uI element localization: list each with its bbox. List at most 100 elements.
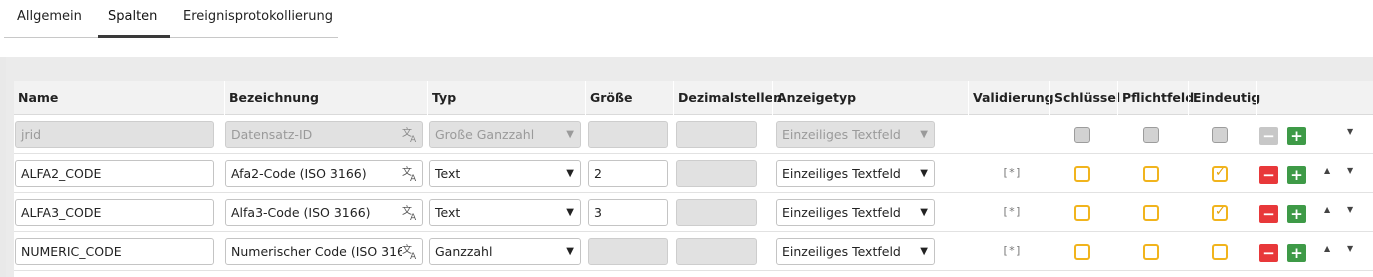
add-row-button[interactable]: + <box>1287 166 1306 184</box>
add-row-button[interactable]: + <box>1287 244 1306 262</box>
delete-row-button[interactable]: − <box>1259 166 1278 184</box>
pflichtfeld-checkbox[interactable] <box>1143 244 1159 260</box>
eindeutig-checkbox[interactable] <box>1212 244 1228 260</box>
schluessel-checkbox[interactable] <box>1074 127 1090 143</box>
move-down-icon[interactable]: ▼ <box>1347 166 1353 175</box>
header-typ: Typ <box>427 81 585 115</box>
tab-bar: Allgemein Spalten Ereignisprotokollierun… <box>0 0 1373 57</box>
name-input[interactable]: NUMERIC_CODE <box>15 238 214 265</box>
tab-allgemein[interactable]: Allgemein <box>17 9 82 24</box>
schluessel-checkbox[interactable] <box>1074 244 1090 260</box>
typ-value: Text <box>435 205 461 220</box>
header-anzeigetyp: Anzeigetyp <box>772 81 968 115</box>
columns-grid: Name Bezeichnung Typ Größe Dezimalstelle… <box>14 81 1373 277</box>
schluessel-checkbox[interactable] <box>1074 205 1090 221</box>
move-up-icon[interactable]: ▲ <box>1324 244 1330 253</box>
bezeichnung-input[interactable]: Afa2-Code (ISO 3166) 文A <box>225 160 423 187</box>
bezeichnung-input[interactable]: Numerischer Code (ISO 3166) 文A <box>225 238 423 265</box>
groesse-input[interactable] <box>588 121 668 148</box>
delete-row-button[interactable]: − <box>1259 127 1278 145</box>
svg-text:A: A <box>410 252 417 260</box>
select-arrow-icon: ▼ <box>566 129 574 140</box>
translate-icon[interactable]: 文A <box>402 204 420 221</box>
typ-select[interactable]: Text ▼ <box>429 199 581 226</box>
pflichtfeld-checkbox[interactable] <box>1143 166 1159 182</box>
eindeutig-checkbox[interactable]: ✓ <box>1212 165 1228 182</box>
move-down-icon[interactable]: ▼ <box>1347 127 1353 136</box>
eindeutig-checkbox[interactable] <box>1212 127 1228 143</box>
bezeichnung-value: Alfa3-Code (ISO 3166) <box>231 205 371 220</box>
validierung-link[interactable]: [*] <box>1002 205 1022 218</box>
typ-value: Text <box>435 166 461 181</box>
name-input[interactable]: ALFA3_CODE <box>15 199 214 226</box>
move-down-icon[interactable]: ▼ <box>1347 244 1353 253</box>
checkmark-icon: ✓ <box>1215 165 1226 180</box>
eindeutig-checkbox[interactable]: ✓ <box>1212 204 1228 221</box>
dezimalstellen-input[interactable] <box>676 121 757 148</box>
translate-icon[interactable]: 文A <box>402 243 420 260</box>
header-eindeutig: Eindeutig <box>1188 81 1260 115</box>
bezeichnung-value: Numerischer Code (ISO 3166) <box>231 244 418 259</box>
validierung-link[interactable]: [*] <box>1002 166 1022 179</box>
translate-icon[interactable]: 文A <box>402 126 420 143</box>
anzeigetyp-select[interactable]: Einzeiliges Textfeld ▼ <box>776 121 935 148</box>
active-tab-indicator <box>98 35 170 38</box>
columns-panel: Name Bezeichnung Typ Größe Dezimalstelle… <box>6 57 1373 277</box>
schluessel-checkbox[interactable] <box>1074 166 1090 182</box>
delete-row-button[interactable]: − <box>1259 244 1278 262</box>
add-row-button[interactable]: + <box>1287 205 1306 223</box>
groesse-input[interactable]: 2 <box>588 160 668 187</box>
groesse-input[interactable]: 3 <box>588 199 668 226</box>
header-bezeichnung: Bezeichnung <box>224 81 427 115</box>
select-arrow-icon: ▼ <box>566 246 574 257</box>
pflichtfeld-checkbox[interactable] <box>1143 205 1159 221</box>
anzeigetyp-value: Einzeiliges Textfeld <box>782 244 901 259</box>
dezimalstellen-input[interactable] <box>676 238 757 265</box>
bezeichnung-input[interactable]: Datensatz-ID 文A <box>225 121 423 148</box>
name-input[interactable]: jrid <box>15 121 214 148</box>
svg-text:A: A <box>410 135 417 143</box>
bezeichnung-value: Afa2-Code (ISO 3166) <box>231 166 367 181</box>
grid-header: Name Bezeichnung Typ Größe Dezimalstelle… <box>14 81 1373 115</box>
dezimalstellen-input[interactable] <box>676 199 757 226</box>
tab-list: Allgemein Spalten Ereignisprotokollierun… <box>4 0 338 38</box>
select-arrow-icon: ▼ <box>566 168 574 179</box>
header-groesse: Größe <box>585 81 673 115</box>
translate-icon[interactable]: 文A <box>402 165 420 182</box>
header-schluessel: Schlüssel <box>1049 81 1120 115</box>
typ-select[interactable]: Große Ganzzahl ▼ <box>429 121 581 148</box>
table-row: ALFA3_CODE Alfa3-Code (ISO 3166) 文A Text… <box>14 193 1373 232</box>
tab-spalten[interactable]: Spalten <box>108 9 157 24</box>
tab-ereignisprotokollierung[interactable]: Ereignisprotokollierung <box>183 9 333 24</box>
select-arrow-icon: ▼ <box>920 246 928 257</box>
pflichtfeld-checkbox[interactable] <box>1143 127 1159 143</box>
bezeichnung-input[interactable]: Alfa3-Code (ISO 3166) 文A <box>225 199 423 226</box>
anzeigetyp-select[interactable]: Einzeiliges Textfeld ▼ <box>776 238 935 265</box>
select-arrow-icon: ▼ <box>566 207 574 218</box>
table-row: ALFA2_CODE Afa2-Code (ISO 3166) 文A Text … <box>14 154 1373 193</box>
header-name: Name <box>18 90 59 105</box>
delete-row-button[interactable]: − <box>1259 205 1278 223</box>
validierung-link[interactable]: [*] <box>1002 244 1022 257</box>
move-up-icon[interactable]: ▲ <box>1324 166 1330 175</box>
groesse-input[interactable] <box>588 238 668 265</box>
move-down-icon[interactable]: ▼ <box>1347 205 1353 214</box>
header-actions <box>1256 81 1373 115</box>
dezimalstellen-input[interactable] <box>676 160 757 187</box>
checkmark-icon: ✓ <box>1215 204 1226 219</box>
typ-value: Große Ganzzahl <box>435 127 535 142</box>
header-dezimalstellen: Dezimalstellen <box>673 81 782 115</box>
anzeigetyp-select[interactable]: Einzeiliges Textfeld ▼ <box>776 160 935 187</box>
add-row-button[interactable]: + <box>1287 127 1306 145</box>
header-pflichtfeld: Pflichtfeld <box>1117 81 1194 115</box>
typ-select[interactable]: Ganzzahl ▼ <box>429 238 581 265</box>
select-arrow-icon: ▼ <box>920 129 928 140</box>
anzeigetyp-select[interactable]: Einzeiliges Textfeld ▼ <box>776 199 935 226</box>
name-input[interactable]: ALFA2_CODE <box>15 160 214 187</box>
typ-select[interactable]: Text ▼ <box>429 160 581 187</box>
svg-text:A: A <box>410 213 417 221</box>
table-row: NUMERIC_CODE Numerischer Code (ISO 3166)… <box>14 232 1373 271</box>
select-arrow-icon: ▼ <box>920 207 928 218</box>
table-row: jrid Datensatz-ID 文A Große Ganzzahl ▼ Ei… <box>14 115 1373 154</box>
move-up-icon[interactable]: ▲ <box>1324 205 1330 214</box>
